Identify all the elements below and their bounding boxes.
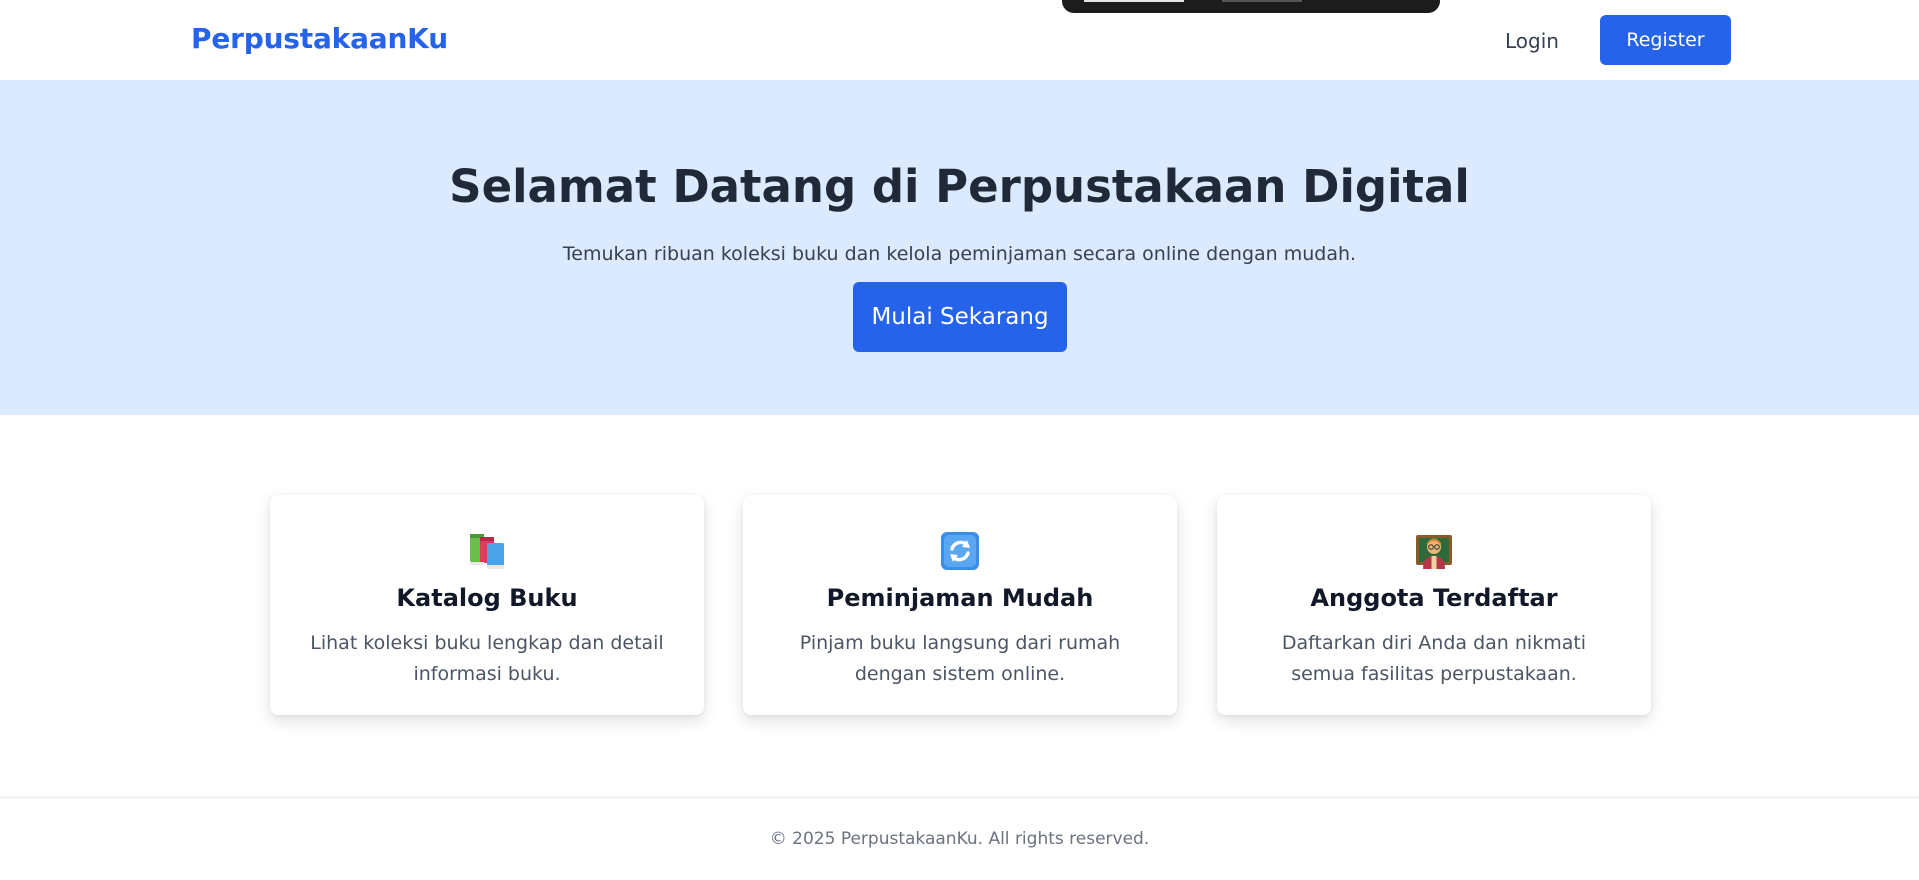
hero-subtitle: Temukan ribuan koleksi buku dan kelola p… (562, 243, 1357, 265)
teacher-icon (1414, 531, 1454, 571)
refresh-icon (940, 531, 980, 571)
feature-description: Lihat koleksi buku lengkap dan detail in… (310, 632, 664, 685)
feature-card-borrowing: Peminjaman Mudah Pinjam buku langsung da… (743, 495, 1177, 715)
feature-description: Pinjam buku langsung dari rumah dengan s… (799, 632, 1121, 685)
screen-share-bar[interactable] (1062, 0, 1440, 13)
footer: © 2025 PerpustakaanKu. All rights reserv… (0, 796, 1919, 880)
hero-section: Selamat Datang di Perpustakaan Digital T… (0, 80, 1919, 415)
feature-title: Peminjaman Mudah (826, 584, 1094, 612)
brand-logo[interactable]: PerpustakaanKu (191, 22, 448, 55)
feature-card-members: Anggota Terdaftar Daftarkan diri Anda da… (1217, 495, 1651, 715)
start-now-button[interactable]: Mulai Sekarang (853, 282, 1067, 352)
screen-share-indicator (1084, 0, 1184, 2)
login-link[interactable]: Login (1505, 29, 1559, 53)
header: PerpustakaanKu Login Register (0, 0, 1919, 80)
feature-card-catalog: Katalog Buku Lihat koleksi buku lengkap … (270, 495, 704, 715)
copyright-text: © 2025 PerpustakaanKu. All rights reserv… (769, 829, 1150, 849)
feature-title: Katalog Buku (396, 584, 578, 612)
register-button[interactable]: Register (1600, 15, 1731, 65)
screen-share-indicator-secondary (1222, 0, 1302, 2)
hero-title: Selamat Datang di Perpustakaan Digital (449, 160, 1470, 213)
feature-title: Anggota Terdaftar (1310, 584, 1558, 612)
feature-description: Daftarkan diri Anda dan nikmati semua fa… (1281, 632, 1587, 685)
books-icon (467, 531, 507, 571)
